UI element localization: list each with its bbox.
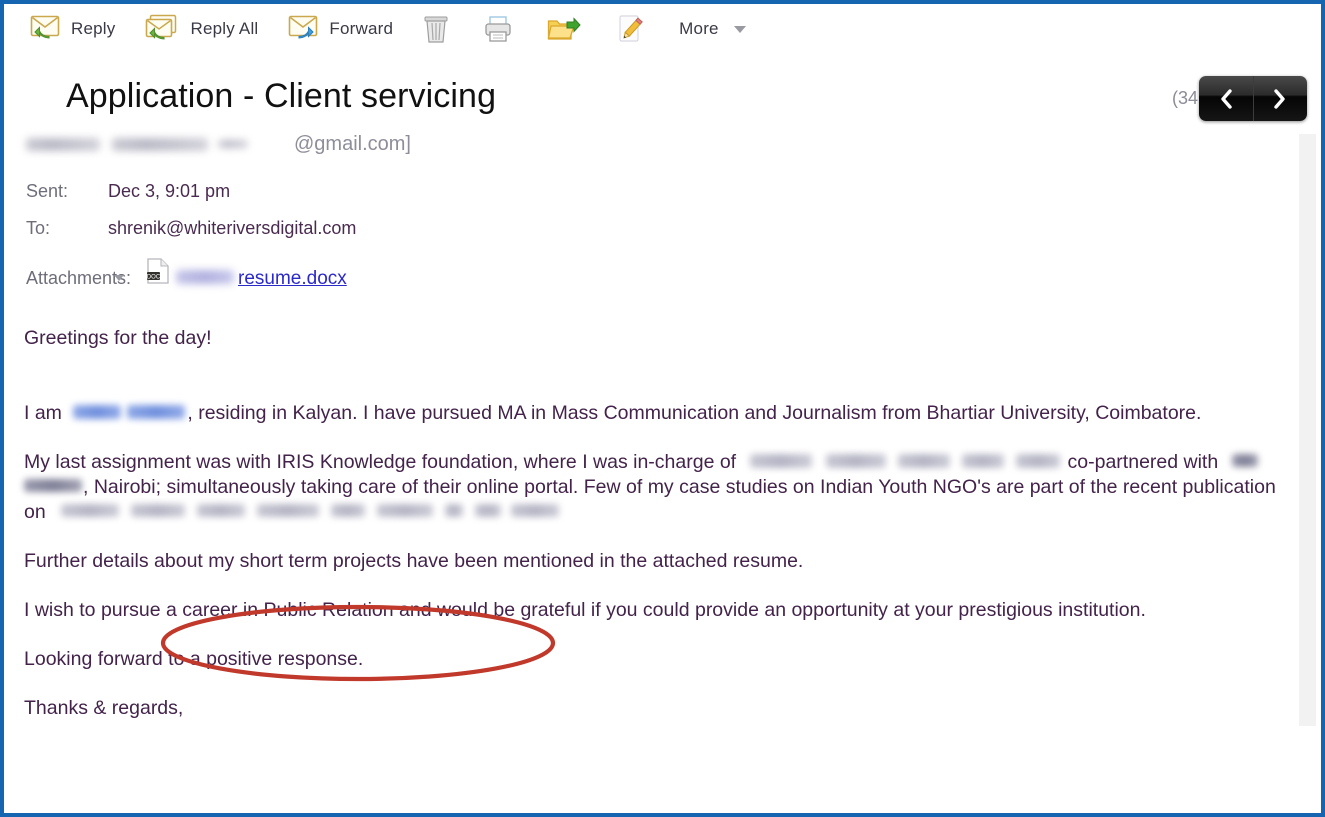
- p2-org-redacted-2: [825, 453, 886, 468]
- sent-label: Sent:: [26, 181, 69, 201]
- chevron-right-icon: [1271, 88, 1289, 110]
- trash-icon[interactable]: [423, 14, 449, 44]
- edit-pencil-icon[interactable]: [615, 14, 645, 44]
- to-label: To:: [26, 218, 51, 238]
- forward-label: Forward: [329, 19, 394, 38]
- body-paragraph-1: I am , residing in Kalyan. I have pursue…: [24, 401, 1296, 426]
- vertical-scrollbar[interactable]: [1299, 134, 1316, 726]
- p2-publication-redacted-1: [61, 504, 120, 518]
- p2-org-redacted-5: [1015, 453, 1060, 468]
- p2-publication-redacted-3: [197, 504, 246, 518]
- docx-file-icon: DOC: [146, 258, 170, 284]
- p2-partner-redacted-1: [1231, 454, 1258, 468]
- sender-extra-redacted: [218, 140, 248, 148]
- previous-message-button[interactable]: [1199, 76, 1253, 121]
- p2-org-redacted-1: [749, 453, 812, 468]
- sender-line: @gmail.com]: [26, 130, 411, 158]
- p2-publication-redacted-5: [331, 504, 366, 518]
- body-paragraph-2: My last assignment was with IRIS Knowled…: [24, 450, 1296, 525]
- attachment-prefix-redacted: [176, 270, 234, 284]
- to-value: shrenik@whiteriversdigital.com: [108, 218, 357, 238]
- folder-move-icon[interactable]: [547, 14, 581, 44]
- p2-publication-redacted-8: [475, 504, 502, 518]
- next-message-button[interactable]: [1252, 76, 1307, 121]
- p2-org-redacted-3: [897, 453, 950, 468]
- more-label: More: [679, 19, 719, 38]
- to-row: To: shrenik@whiteriversdigital.com: [26, 218, 356, 239]
- sender-domain: @gmail.com]: [294, 132, 411, 155]
- print-icon[interactable]: [483, 14, 513, 44]
- attachment-link[interactable]: resume.docx: [238, 268, 347, 290]
- p2-publication-redacted-9: [511, 504, 560, 518]
- message-toolbar: Reply Reply All Forward More: [8, 4, 1317, 54]
- body-paragraph-3: Further details about my short term proj…: [24, 550, 804, 572]
- p2-publication-redacted-2: [131, 504, 186, 518]
- reply-button[interactable]: Reply: [30, 14, 115, 44]
- reply-icon: [30, 14, 64, 44]
- reply-all-icon: [145, 14, 183, 44]
- sender-address-redacted: [112, 137, 208, 151]
- p2-publication-redacted-4: [257, 504, 320, 518]
- forward-icon: [288, 14, 322, 44]
- message-navigation: [1199, 76, 1307, 121]
- sender-name-redacted: [26, 137, 100, 151]
- body-greeting: Greetings for the day!: [24, 327, 212, 349]
- attachments-row: Attachments: DOC resume.docx: [26, 258, 347, 290]
- p1-after: , residing in Kalyan. I have pursued MA …: [187, 402, 1202, 424]
- p2-org-redacted-4: [961, 453, 1004, 468]
- p2-publication-redacted-7: [445, 504, 464, 518]
- reply-all-button[interactable]: Reply All: [145, 14, 258, 44]
- body-paragraph-4: I wish to pursue a career in Public Rela…: [24, 599, 1146, 621]
- sent-value: Dec 3, 9:01 pm: [108, 181, 231, 201]
- chevron-down-icon: [733, 25, 746, 33]
- email-viewer-window: Reply Reply All Forward More Application…: [0, 0, 1325, 817]
- p2-publication-redacted-6: [377, 504, 434, 518]
- sent-row: Sent: Dec 3, 9:01 pm: [26, 181, 230, 202]
- message-body: Greetings for the day! I am , residing i…: [24, 326, 1296, 721]
- p1-name-redacted: [73, 404, 122, 419]
- more-button[interactable]: More: [679, 19, 746, 39]
- p1-surname-redacted: [127, 404, 186, 419]
- p2-partner-redacted-2: [24, 479, 82, 493]
- reply-all-label: Reply All: [190, 19, 259, 38]
- svg-text:DOC: DOC: [147, 274, 161, 280]
- chevron-left-icon: [1217, 88, 1235, 110]
- forward-button[interactable]: Forward: [288, 14, 393, 44]
- p1-before: I am: [24, 402, 62, 424]
- reply-label: Reply: [71, 19, 116, 38]
- p2-a: My last assignment was with IRIS Knowled…: [24, 451, 737, 473]
- body-signoff: Thanks & regards,: [24, 697, 184, 719]
- body-paragraph-5: Looking forward to a positive response.: [24, 648, 364, 670]
- message-subject: Application - Client servicing: [66, 77, 497, 115]
- attachments-expand-icon[interactable]: [114, 275, 124, 281]
- p2-b: co-partnered with: [1067, 451, 1219, 473]
